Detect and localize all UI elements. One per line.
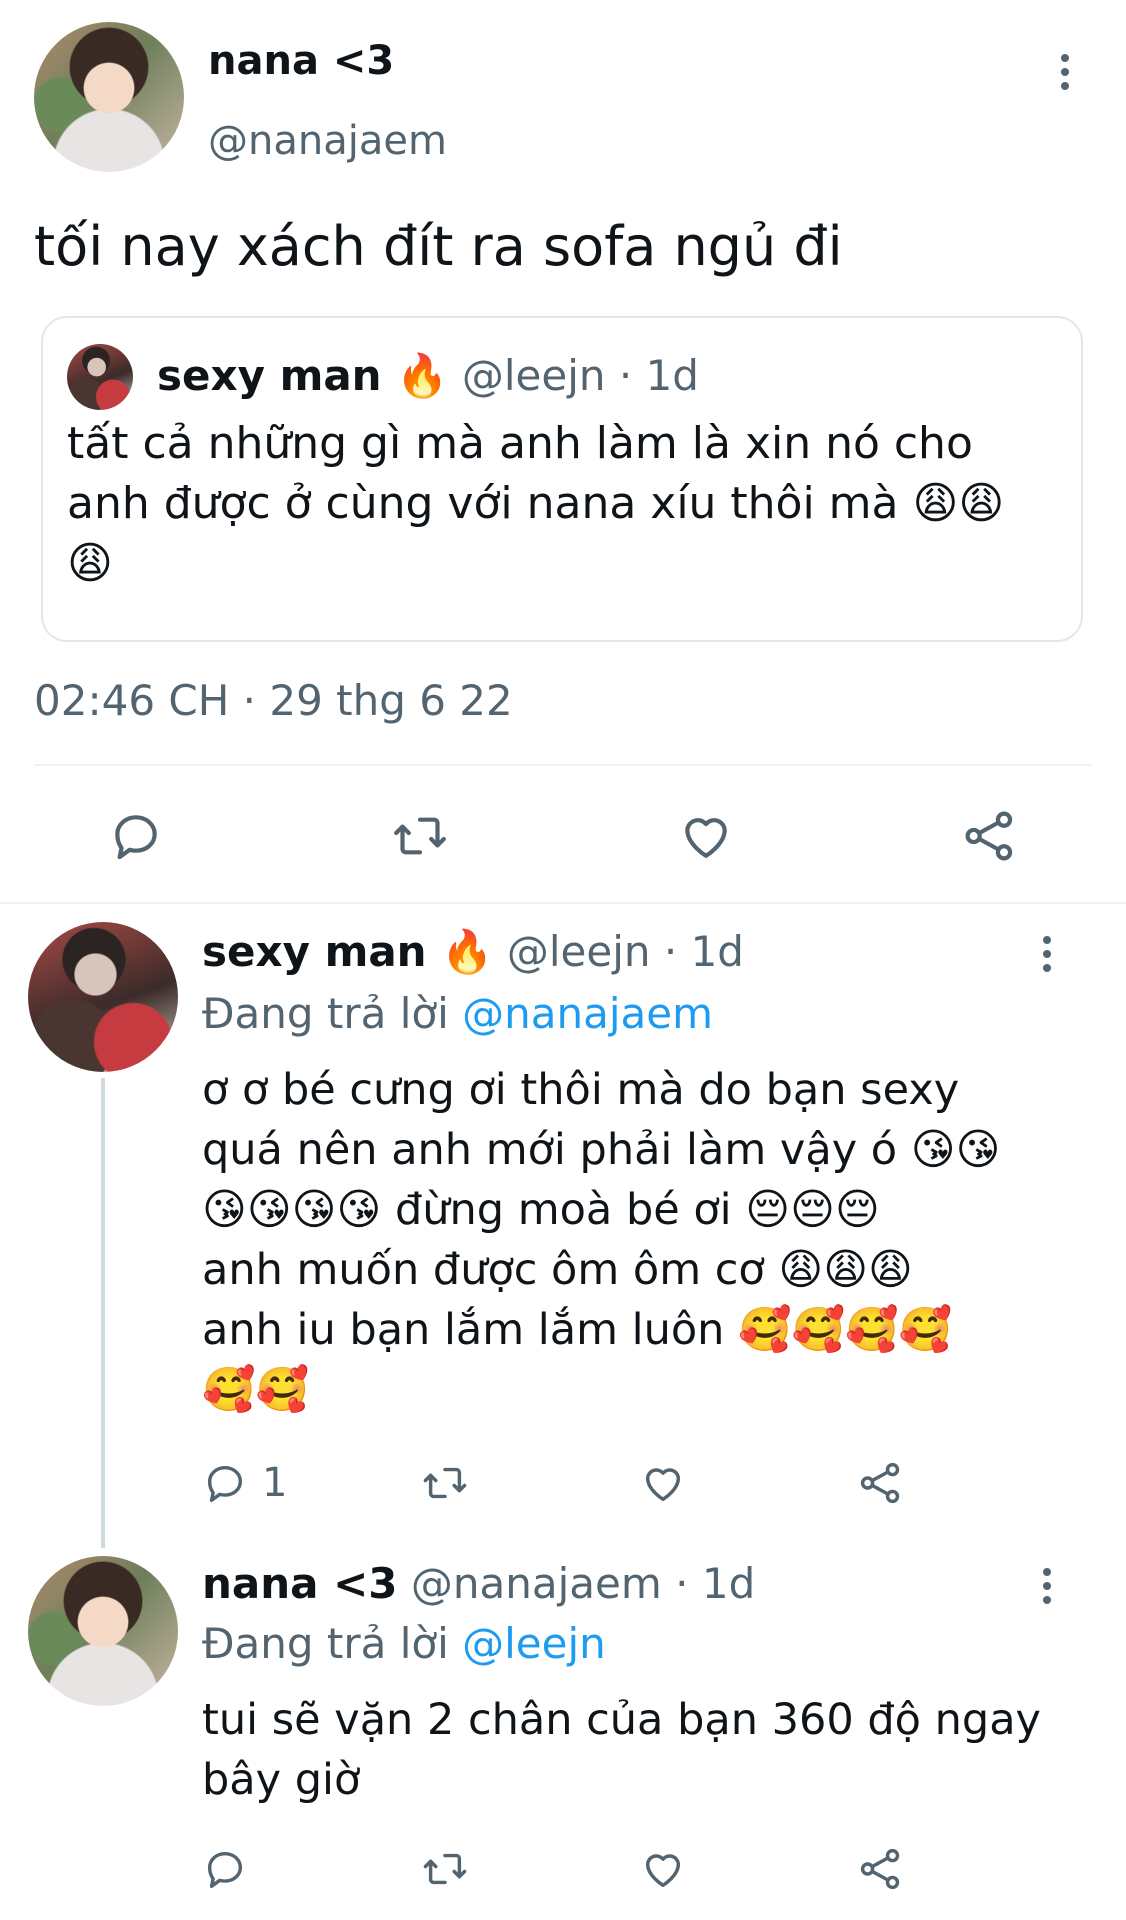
replying-to-link[interactable]: @nanajaem: [462, 989, 713, 1038]
reply-text-line: tui sẽ vặn 2 chân của bạn 360 độ ngay: [202, 1695, 1042, 1745]
avatar[interactable]: [28, 1556, 178, 1706]
relative-time[interactable]: 1d: [691, 927, 744, 976]
reply-text-line: 🥰🥰: [202, 1365, 310, 1415]
reply-icon[interactable]: [108, 808, 164, 864]
reply-count: 1: [262, 1460, 288, 1506]
reply-text-line: anh muốn được ôm ôm cơ 😩😩😩: [202, 1245, 913, 1295]
retweet-icon[interactable]: [420, 1846, 470, 1892]
reply-text-line: 😘😘😘😘 đừng moà bé ơi 😔😔😔: [202, 1185, 880, 1235]
separator-dot: ·: [675, 1559, 689, 1608]
display-name[interactable]: nana <3: [208, 36, 394, 86]
reply-text-line: bây giờ: [202, 1755, 361, 1805]
separator-dot: ·: [618, 351, 633, 400]
tweet-text: tối nay xách đít ra sofa ngủ đi: [34, 215, 843, 278]
timestamp[interactable]: 02:46 CH · 29 thg 6 22: [34, 674, 513, 728]
more-options-icon[interactable]: [1042, 1568, 1052, 1604]
relative-time: 1d: [645, 351, 699, 400]
relative-time[interactable]: 1d: [702, 1559, 755, 1608]
display-name[interactable]: nana <3: [202, 1559, 398, 1608]
heart-icon[interactable]: [640, 1846, 686, 1892]
reply-text-line: quá nên anh mới phải làm vậy ó 😘😘: [202, 1125, 1001, 1175]
quoted-text-line: anh được ở cùng với nana xíu thôi mà 😩😩: [67, 478, 1005, 529]
reply-icon[interactable]: [202, 1846, 248, 1892]
reply-icon[interactable]: [202, 1460, 248, 1506]
retweet-icon[interactable]: [390, 808, 450, 864]
share-icon[interactable]: [858, 1846, 904, 1892]
quoted-text-line: 😩: [67, 538, 113, 589]
heart-icon[interactable]: [678, 808, 734, 864]
replying-to-label: Đang trả lời: [202, 1619, 449, 1668]
handle[interactable]: @leejn: [507, 927, 651, 976]
handle[interactable]: @nanajaem: [208, 116, 447, 166]
avatar[interactable]: [34, 22, 184, 172]
replying-to-link[interactable]: @leejn: [462, 1619, 606, 1668]
reply-text-line: ơ ơ bé cưng ơi thôi mà do bạn sexy: [202, 1065, 960, 1115]
avatar: [67, 344, 133, 410]
more-options-icon[interactable]: [1042, 936, 1052, 972]
quoted-text-line: tất cả những gì mà anh làm là xin nó cho: [67, 418, 973, 469]
divider: [34, 764, 1092, 766]
retweet-icon[interactable]: [420, 1460, 470, 1506]
avatar[interactable]: [28, 922, 178, 1072]
reply-text-line: anh iu bạn lắm lắm luôn 🥰🥰🥰🥰: [202, 1305, 953, 1355]
display-name: sexy man 🔥: [157, 351, 449, 400]
quoted-tweet[interactable]: sexy man 🔥 @leejn · 1d tất cả những gì m…: [41, 316, 1083, 642]
display-name[interactable]: sexy man 🔥: [202, 927, 494, 976]
separator-dot: ·: [663, 927, 678, 976]
handle[interactable]: @nanajaem: [411, 1559, 662, 1608]
replying-to-label: Đang trả lời: [202, 989, 449, 1038]
handle: @leejn: [461, 351, 606, 400]
thread-line: [101, 1078, 105, 1548]
more-options-icon[interactable]: [1060, 54, 1070, 90]
share-icon[interactable]: [962, 808, 1018, 864]
share-icon[interactable]: [858, 1460, 904, 1506]
section-divider: [0, 902, 1126, 904]
heart-icon[interactable]: [640, 1460, 686, 1506]
